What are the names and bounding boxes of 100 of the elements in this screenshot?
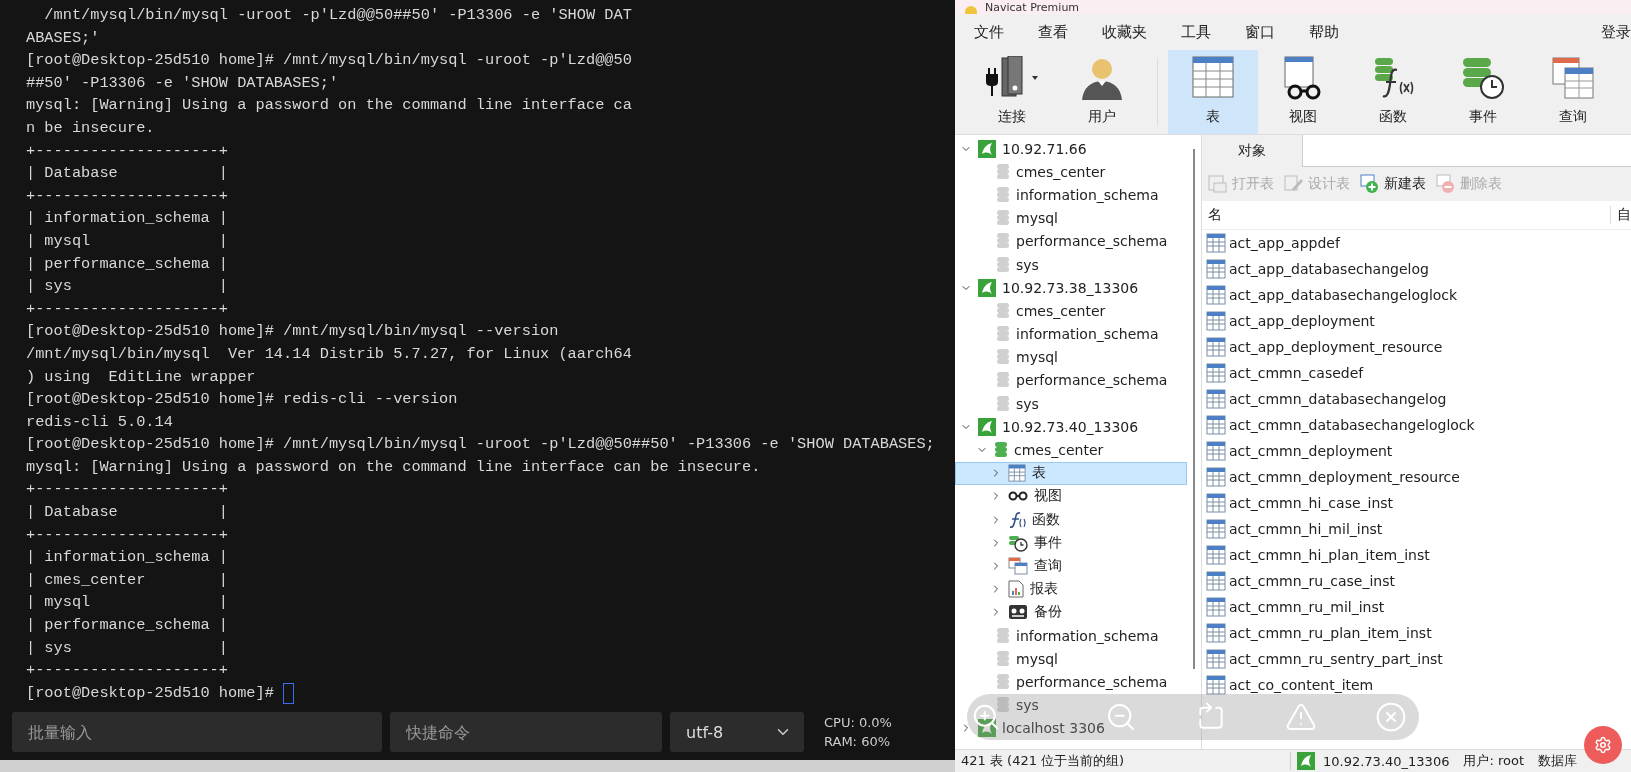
warning-button[interactable] xyxy=(1285,701,1317,733)
terminal-line: +--------------------+ xyxy=(26,298,228,320)
table-name[interactable]: act_cmmn_ru_case_inst xyxy=(1229,573,1395,589)
object-category-item[interactable]: 事件 xyxy=(955,531,1187,555)
table-icon xyxy=(1206,545,1226,565)
table-name[interactable]: act_app_deployment_resource xyxy=(1229,339,1443,355)
column-header[interactable]: 自 xyxy=(1610,206,1631,224)
table-name[interactable]: act_app_databasechangelog xyxy=(1229,261,1429,277)
column-header[interactable]: 名 xyxy=(1202,206,1610,224)
table-icon xyxy=(1206,623,1226,643)
database-item[interactable]: cmes_center xyxy=(955,160,1187,184)
database-item[interactable]: mysql xyxy=(955,345,1187,369)
login-link[interactable]: 登录 xyxy=(1601,22,1631,42)
database-item[interactable]: mysql xyxy=(955,206,1187,230)
connection-item[interactable]: 10.92.73.38_13306 xyxy=(955,276,1187,300)
terminal-line: [root@Desktop-25d510 home]# /mnt/mysql/bin/mysql -uroot -p'Lzd@@50 xyxy=(26,50,632,72)
menu-item[interactable]: 工具 xyxy=(1170,22,1222,42)
table-icon xyxy=(1206,389,1226,409)
object-category-item[interactable]: 函数 xyxy=(955,508,1187,532)
table-icon xyxy=(1206,675,1226,695)
table-name[interactable]: act_cmmn_deployment_resource xyxy=(1229,469,1460,485)
close-button[interactable] xyxy=(1375,701,1407,733)
database-item[interactable]: sys xyxy=(955,252,1187,277)
table-name[interactable]: act_co_content_item xyxy=(1229,677,1374,693)
table-icon xyxy=(1206,493,1226,513)
encoding-select[interactable]: utf-8 xyxy=(670,712,804,752)
database-icon xyxy=(996,626,1010,645)
terminal-line: +--------------------+ xyxy=(26,185,228,207)
zoom-in-button[interactable] xyxy=(971,702,1001,732)
database-item[interactable]: cmes_center xyxy=(955,438,1187,462)
toolbar-button[interactable]: 查询 xyxy=(1528,50,1618,134)
database-item[interactable]: information_schema xyxy=(955,183,1187,207)
table-name[interactable]: act_app_appdef xyxy=(1229,235,1340,251)
table-name[interactable]: act_cmmn_hi_mil_inst xyxy=(1229,521,1383,537)
user-icon xyxy=(1080,56,1124,100)
object-category-item[interactable]: 表 xyxy=(955,461,1187,485)
event-icon xyxy=(1461,56,1505,100)
table-action-button[interactable]: 新建表 xyxy=(1360,174,1426,194)
table-icon xyxy=(1206,337,1226,357)
database-item[interactable]: performance_schema xyxy=(955,229,1187,253)
database-item[interactable]: information_schema xyxy=(955,322,1187,346)
table-icon xyxy=(1206,363,1226,383)
delete-table-icon xyxy=(1436,174,1456,194)
menu-item[interactable]: 收藏夹 xyxy=(1091,22,1158,42)
menu-item[interactable]: 查看 xyxy=(1027,22,1079,42)
zoom-out-icon xyxy=(1105,701,1137,733)
toolbar-button[interactable]: 事件 xyxy=(1438,50,1528,134)
toolbar-button[interactable]: 连接 xyxy=(967,50,1057,134)
database-item[interactable]: information_schema xyxy=(955,623,1187,648)
connection-item[interactable]: 10.92.73.40_13306 xyxy=(955,415,1187,439)
object-category-item[interactable]: 报表 xyxy=(955,577,1187,601)
table-name[interactable]: act_cmmn_hi_case_inst xyxy=(1229,495,1394,511)
table-name[interactable]: act_cmmn_casedef xyxy=(1229,365,1364,381)
menu-item[interactable]: 文件 xyxy=(963,22,1015,42)
table-icon xyxy=(1206,311,1226,331)
database-icon xyxy=(996,255,1010,274)
database-item[interactable]: mysql xyxy=(955,647,1187,671)
table-name[interactable]: act_cmmn_databasechangelog xyxy=(1229,391,1447,407)
object-category-item[interactable]: 备份 xyxy=(955,600,1187,624)
table-name[interactable]: act_app_databasechangeloglock xyxy=(1229,287,1458,303)
connection-icon xyxy=(978,417,996,436)
connection-item[interactable]: 10.92.71.66 xyxy=(955,137,1187,161)
toolbar-button[interactable]: 函数 xyxy=(1348,50,1438,134)
terminal-line: +--------------------+ xyxy=(26,660,228,682)
menu-item[interactable]: 窗口 xyxy=(1234,22,1286,42)
table-name[interactable]: act_cmmn_ru_sentry_part_inst xyxy=(1229,651,1443,667)
table-name[interactable]: act_cmmn_deployment xyxy=(1229,443,1393,459)
table-icon xyxy=(1192,56,1234,98)
table-name[interactable]: act_app_deployment xyxy=(1229,313,1375,329)
database-icon xyxy=(996,696,1010,715)
table-count: 421 表 (421 位于当前的组) xyxy=(960,752,1126,770)
toolbar-button[interactable]: 用户 xyxy=(1057,50,1147,134)
toolbar-button[interactable]: 表 xyxy=(1168,50,1258,134)
quick-command-field[interactable]: 快捷命令 xyxy=(390,712,662,752)
table-name[interactable]: act_cmmn_ru_mil_inst xyxy=(1229,599,1385,615)
object-category-item[interactable]: 视图 xyxy=(955,484,1187,508)
terminal-line: | mysql | xyxy=(26,230,228,252)
table-name[interactable]: act_cmmn_ru_plan_item_inst xyxy=(1229,625,1432,641)
database-item[interactable]: performance_schema xyxy=(955,368,1187,393)
database-item[interactable]: sys xyxy=(955,693,1187,717)
terminal-line: [root@Desktop-25d510 home]# /mnt/mysql/bin/mysql --version xyxy=(26,321,559,343)
batch-input-field[interactable]: 批量输入 xyxy=(12,712,382,752)
connection-icon xyxy=(1297,752,1315,770)
zoom-out-button[interactable] xyxy=(1105,701,1137,733)
zoom-in-icon xyxy=(971,702,1001,732)
terminal-cursor xyxy=(283,682,295,704)
database-item[interactable]: cmes_center xyxy=(955,299,1187,323)
terminal-line: | Database | xyxy=(26,502,228,524)
table-name[interactable]: act_cmmn_hi_plan_item_inst xyxy=(1229,547,1430,563)
database-item[interactable]: sys xyxy=(955,392,1187,416)
design-table-icon xyxy=(1284,175,1304,193)
terminal-line: +--------------------+ xyxy=(26,524,228,546)
terminal-line: /mnt/mysql/bin/mysql Ver 14.14 Distrib 5.7.27, for Linux (aarch64 xyxy=(26,343,632,365)
table-name[interactable]: act_cmmn_databasechangeloglock xyxy=(1229,417,1475,433)
toolbar-button[interactable]: 视图 xyxy=(1258,50,1348,134)
table-icon xyxy=(1206,259,1226,279)
database-item[interactable]: performance_schema xyxy=(955,670,1187,694)
database-icon xyxy=(996,209,1010,228)
object-category-item[interactable]: 查询 xyxy=(955,554,1187,578)
menu-item[interactable]: 帮助 xyxy=(1298,22,1350,42)
